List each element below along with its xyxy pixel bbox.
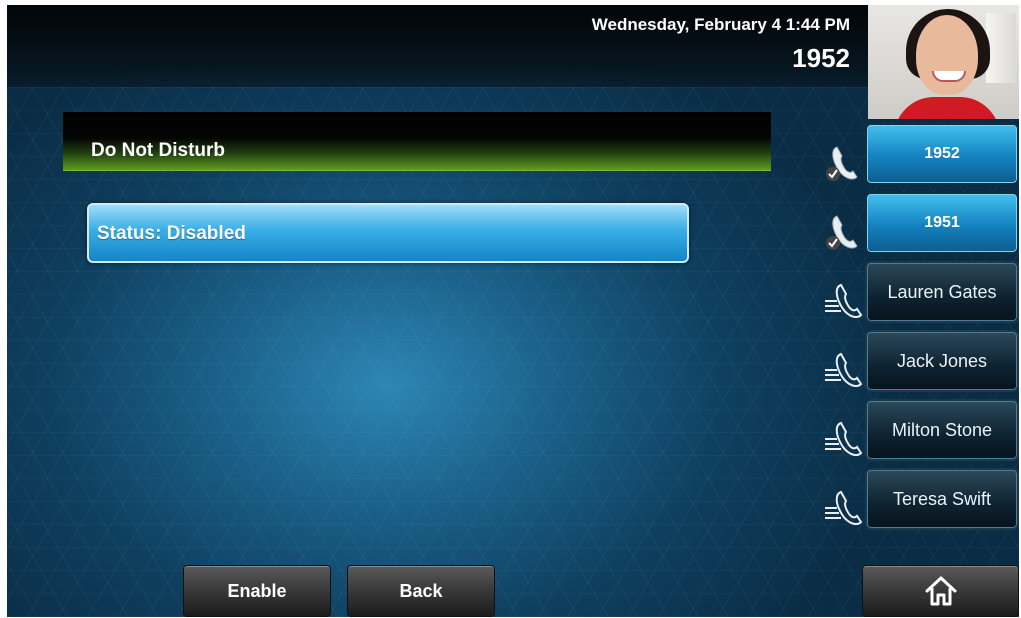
contact-line-icon xyxy=(825,352,863,387)
status-bar: Wednesday, February 4 1:44 PM 1952 xyxy=(7,5,868,87)
line-key-lauren-gates[interactable]: Lauren Gates xyxy=(865,261,1019,323)
line-key-1952[interactable]: 1952 xyxy=(865,123,1019,185)
registered-line-icon xyxy=(826,215,858,250)
back-button[interactable]: Back xyxy=(347,565,495,617)
page-title-bar: Do Not Disturb xyxy=(63,112,771,171)
avatar-face xyxy=(916,15,978,95)
user-avatar xyxy=(868,5,1019,119)
line-key-milton-stone[interactable]: Milton Stone xyxy=(865,399,1019,461)
dnd-status-item[interactable]: Status: Disabled xyxy=(87,203,689,263)
enable-button[interactable]: Enable xyxy=(183,565,331,617)
contact-line-icon xyxy=(825,283,863,318)
home-button[interactable] xyxy=(862,565,1019,617)
home-icon xyxy=(925,576,956,606)
avatar-background xyxy=(986,13,1016,83)
date-time: Wednesday, February 4 1:44 PM xyxy=(591,15,850,34)
page-title: Do Not Disturb xyxy=(91,140,226,161)
extension-number: 1952 xyxy=(792,43,850,73)
line-key-1951[interactable]: 1951 xyxy=(865,192,1019,254)
contact-line-icon xyxy=(825,490,863,525)
dnd-status-label: Status: Disabled xyxy=(97,223,246,244)
line-key-jack-jones[interactable]: Jack Jones xyxy=(865,330,1019,392)
contact-line-icon xyxy=(825,421,863,456)
line-key-teresa-swift[interactable]: Teresa Swift xyxy=(865,468,1019,530)
avatar-shirt xyxy=(894,97,1000,119)
registered-line-icon xyxy=(826,146,858,181)
phone-screen: Wednesday, February 4 1:44 PM 1952 Do No… xyxy=(7,5,1019,617)
